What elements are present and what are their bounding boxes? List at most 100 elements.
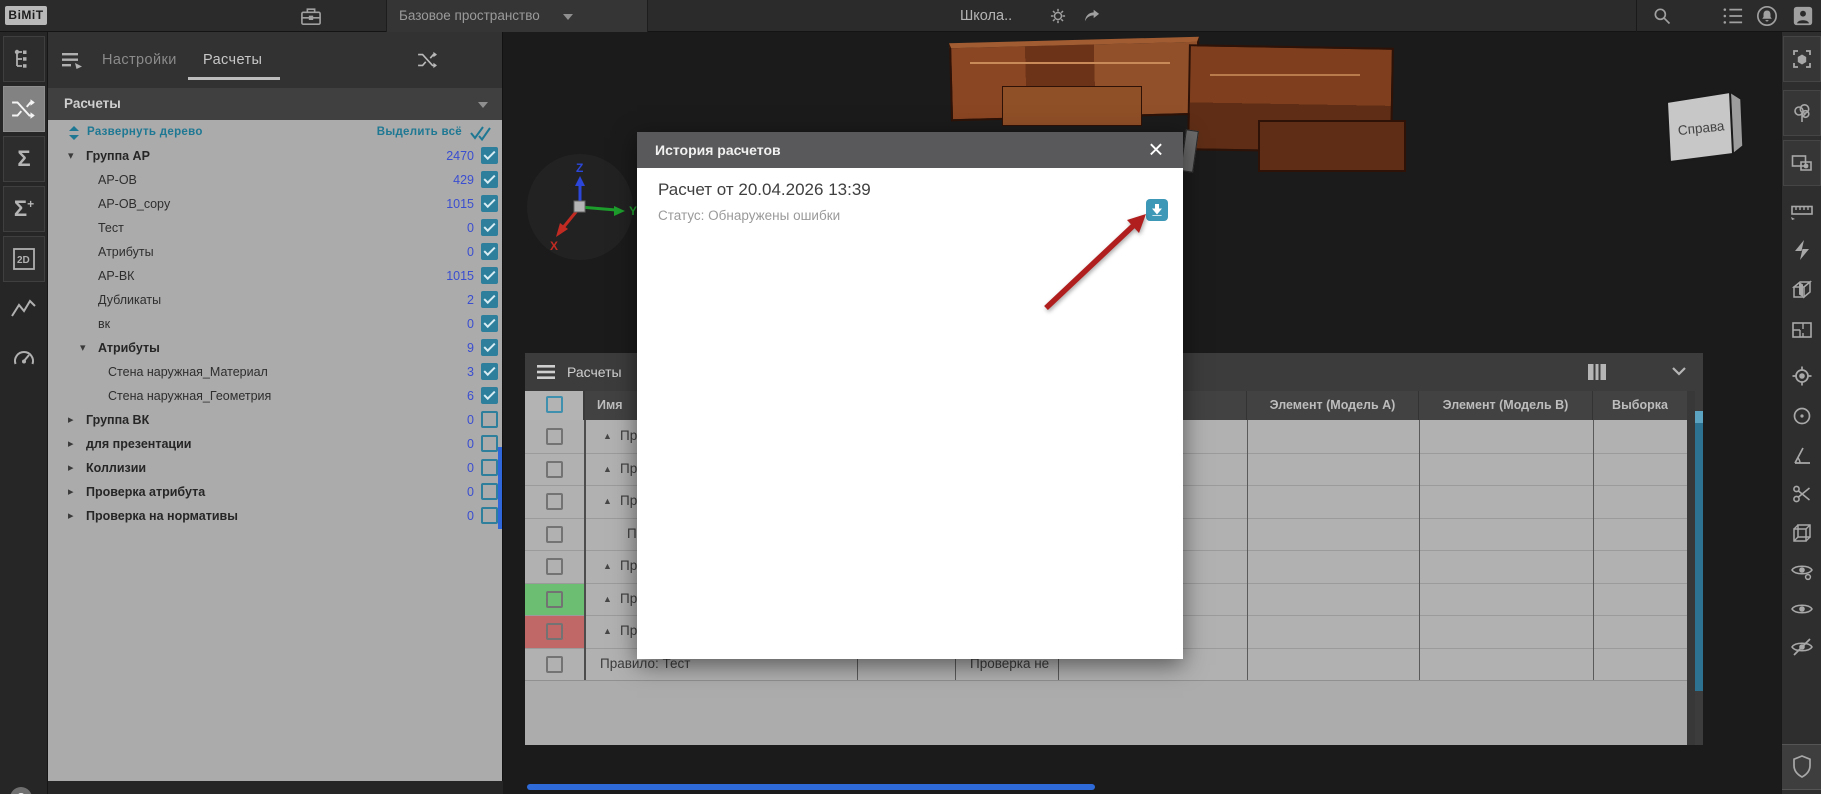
tree-checkbox[interactable]: [481, 291, 498, 308]
expand-arrow-icon[interactable]: ▸: [68, 456, 82, 480]
columns-icon[interactable]: [1587, 364, 1607, 380]
tree-checkbox[interactable]: [481, 315, 498, 332]
tab-settings[interactable]: Настройки: [102, 32, 177, 88]
horizontal-scrollbar[interactable]: [527, 784, 1095, 790]
checks-tool-active[interactable]: [3, 86, 45, 132]
select-all-checkbox[interactable]: [546, 396, 563, 413]
row-checkbox[interactable]: [546, 623, 563, 640]
app-logo[interactable]: BiMiT: [5, 6, 47, 25]
collapse-marker-icon[interactable]: ▲: [603, 550, 617, 583]
tree-row[interactable]: Тест 0: [48, 216, 502, 240]
view-2d-tool[interactable]: 2D: [3, 236, 45, 282]
tree-checkbox[interactable]: [481, 219, 498, 236]
project-title[interactable]: Школа..: [960, 0, 1012, 32]
list-icon[interactable]: [1722, 6, 1744, 26]
shuffle-icon[interactable]: [417, 51, 439, 69]
panel-scrollbar[interactable]: [498, 447, 502, 529]
column-element-model-a[interactable]: Элемент (Модель А): [1247, 391, 1419, 420]
row-checkbox[interactable]: [546, 460, 563, 478]
circle-tool[interactable]: [1784, 398, 1820, 434]
tree-checkbox[interactable]: [481, 195, 498, 212]
focus-select-tool[interactable]: [1783, 36, 1821, 82]
row-checkbox[interactable]: [546, 655, 563, 673]
double-check-icon[interactable]: [470, 125, 494, 141]
expand-arrow-icon[interactable]: ▾: [68, 144, 82, 168]
panel-menu-icon[interactable]: [62, 53, 84, 69]
tree-row[interactable]: АР-ВК 1015: [48, 264, 502, 288]
search-icon[interactable]: [1652, 6, 1672, 26]
share-icon[interactable]: [1082, 6, 1102, 26]
row-checkbox[interactable]: [546, 590, 563, 608]
ruler-tool[interactable]: [1784, 192, 1820, 228]
workspace-selector[interactable]: Базовое пространство: [386, 0, 648, 32]
visibility-off-tool[interactable]: [1784, 629, 1820, 665]
expand-arrow-icon[interactable]: ▾: [80, 336, 94, 360]
sum-tool[interactable]: Σ: [3, 136, 45, 182]
collapse-marker-icon[interactable]: ▲: [603, 420, 617, 453]
collapse-marker-icon[interactable]: ▲: [603, 485, 617, 518]
collapse-marker-icon[interactable]: ▲: [603, 583, 617, 616]
tree-checkbox[interactable]: [481, 171, 498, 188]
tree-checkbox[interactable]: [481, 507, 498, 524]
tree-checkbox[interactable]: [481, 339, 498, 356]
tree-checkbox[interactable]: [481, 483, 498, 500]
tree-checkbox[interactable]: [481, 267, 498, 284]
tree-checkbox[interactable]: [481, 363, 498, 380]
tree-row[interactable]: ▸ Коллизии 0: [48, 456, 502, 480]
tree-row[interactable]: Стена наружная_Материал 3: [48, 360, 502, 384]
menu-icon[interactable]: [537, 364, 555, 380]
tree-row[interactable]: ▸ Проверка атрибута 0: [48, 480, 502, 504]
notifications-icon[interactable]: [1756, 5, 1778, 27]
tree-row[interactable]: Стена наружная_Геометрия 6: [48, 384, 502, 408]
table-row-name[interactable]: Пр: [620, 453, 637, 486]
table-row-name[interactable]: Пр: [620, 420, 637, 453]
tree-checkbox[interactable]: [481, 459, 498, 476]
floorplan-tool[interactable]: [1784, 312, 1820, 348]
gear-icon[interactable]: [1048, 6, 1068, 26]
account-icon[interactable]: [1792, 5, 1814, 27]
table-row-name[interactable]: Пр: [620, 485, 637, 518]
shield-tool[interactable]: [1782, 744, 1821, 790]
navigation-cube[interactable]: Справа: [1648, 80, 1748, 180]
tree-checkbox[interactable]: [481, 435, 498, 452]
expand-arrow-icon[interactable]: ▸: [68, 432, 82, 456]
cut-tool[interactable]: [1784, 476, 1820, 512]
expand-arrow-icon[interactable]: ▸: [68, 504, 82, 528]
row-checkbox[interactable]: [546, 428, 563, 445]
eye-settings-tool[interactable]: [1784, 553, 1820, 589]
row-checkbox[interactable]: [546, 493, 563, 510]
collapse-marker-icon[interactable]: ▲: [603, 453, 617, 486]
download-report-button[interactable]: [1146, 199, 1168, 221]
expand-arrow-icon[interactable]: ▸: [68, 408, 82, 432]
wireframe-cube-tool[interactable]: [1784, 515, 1820, 551]
gauge-tool[interactable]: [3, 336, 45, 382]
graph-tool[interactable]: [3, 286, 45, 332]
collapse-marker-icon[interactable]: ▲: [603, 615, 617, 648]
scrollbar-thumb[interactable]: [1695, 411, 1703, 691]
tree-row[interactable]: вк 0: [48, 312, 502, 336]
select-all-cell[interactable]: [525, 391, 585, 420]
selection-copy-tool[interactable]: [1783, 140, 1821, 186]
tree-row[interactable]: ▸ для презентации 0: [48, 432, 502, 456]
table-row-name[interactable]: Пр: [620, 583, 637, 616]
vegetation-tool[interactable]: [1783, 90, 1821, 136]
tree-row[interactable]: Дубликаты 2: [48, 288, 502, 312]
expand-arrow-icon[interactable]: ▸: [68, 480, 82, 504]
table-row-name[interactable]: Пр: [620, 615, 637, 648]
column-selection[interactable]: Выборка: [1593, 391, 1687, 420]
tree-checkbox[interactable]: [481, 411, 498, 428]
angle-tool[interactable]: [1784, 438, 1820, 474]
help-button[interactable]: ?: [10, 787, 32, 794]
tree-checkbox[interactable]: [481, 387, 498, 404]
table-row-name[interactable]: Пр: [620, 550, 637, 583]
tree-row[interactable]: ▸ Группа ВК 0: [48, 408, 502, 432]
tree-row[interactable]: Атрибуты 0: [48, 240, 502, 264]
section-box-tool[interactable]: [1784, 272, 1820, 308]
locate-tool[interactable]: [1784, 358, 1820, 394]
tree-checkbox[interactable]: [481, 147, 498, 164]
tree-row[interactable]: АР-ОВ_copy 1015: [48, 192, 502, 216]
axis-gizmo[interactable]: Z Y X: [522, 150, 638, 264]
flash-compare-tool[interactable]: [1784, 232, 1820, 268]
tree-row[interactable]: АР-ОВ 429: [48, 168, 502, 192]
expand-tree-link[interactable]: Развернуть дерево: [87, 126, 203, 138]
